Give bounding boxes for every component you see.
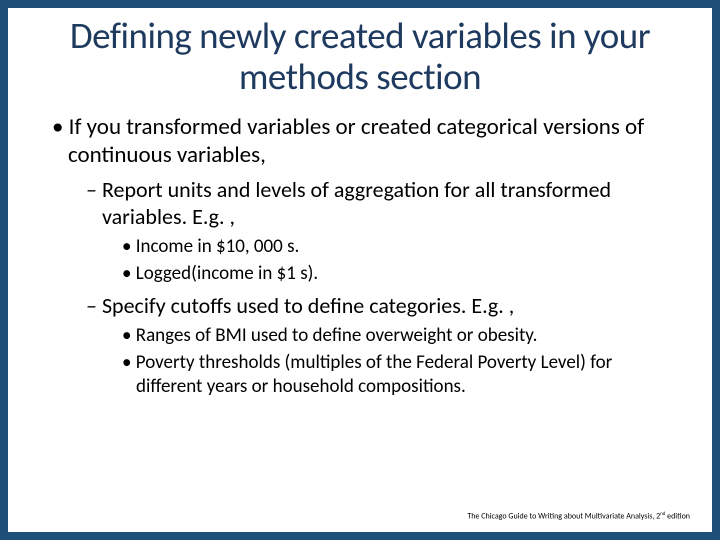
footer-text-suffix: edition xyxy=(665,512,690,522)
bullet-list: If you transformed variables or created … xyxy=(48,113,672,397)
bullet-level3: Ranges of BMI used to define overweight … xyxy=(48,324,672,347)
bullet-level1: If you transformed variables or created … xyxy=(48,113,672,169)
bullet-level3: Logged(income in $1 s). xyxy=(48,262,672,285)
bullet-level2: Specify cutoffs used to define categorie… xyxy=(48,293,672,320)
footer-text-prefix: The Chicago Guide to Writing about Multi… xyxy=(467,512,660,522)
slide: Defining newly created variables in your… xyxy=(8,8,712,532)
bullet-level3: Income in $10, 000 s. xyxy=(48,235,672,258)
slide-title: Defining newly created variables in your… xyxy=(48,16,672,97)
bullet-level2: Report units and levels of aggregation f… xyxy=(48,177,672,231)
slide-content: If you transformed variables or created … xyxy=(48,113,672,397)
bullet-level3: Poverty thresholds (multiples of the Fed… xyxy=(48,351,672,397)
slide-footer: The Chicago Guide to Writing about Multi… xyxy=(467,511,690,522)
